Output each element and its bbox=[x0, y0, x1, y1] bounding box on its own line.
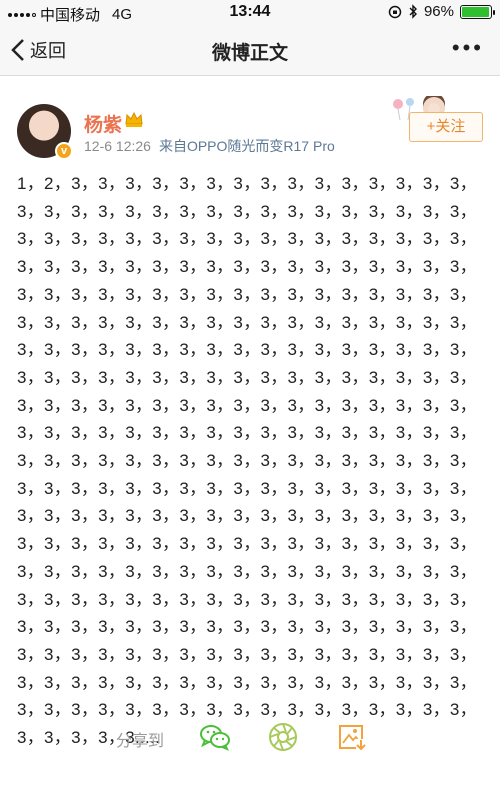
vip-crown-icon bbox=[125, 111, 143, 127]
nav-bar: 返回 微博正文 ••• bbox=[0, 26, 500, 76]
post-source[interactable]: 来自OPPO随光而变R17 Pro bbox=[159, 138, 335, 154]
bluetooth-icon bbox=[409, 4, 417, 19]
share-bar: 分享到 bbox=[0, 715, 500, 760]
battery-icon bbox=[460, 4, 495, 19]
more-options-button[interactable]: ••• bbox=[452, 37, 484, 59]
save-image-icon[interactable] bbox=[336, 721, 368, 753]
battery-percent: 96% bbox=[423, 3, 454, 20]
post-text: 1，2，3，3，3，3，3，3，3，3，3，3，3，3，3，3，3，3，3，3，… bbox=[17, 174, 477, 748]
status-right: 96% bbox=[388, 3, 495, 20]
battery-level bbox=[462, 6, 489, 17]
moments-icon[interactable] bbox=[267, 721, 299, 753]
post-date: 12-6 12:26 bbox=[84, 138, 151, 154]
verified-icon: v bbox=[55, 142, 73, 160]
author-name[interactable]: 杨紫 bbox=[84, 110, 122, 137]
follow-button[interactable]: +关注 bbox=[409, 112, 483, 142]
post-header: v 杨紫 12-6 12:26 来自OPPO随光而变R17 Pro +关注 bbox=[0, 96, 500, 166]
status-bar: 中国移动 4G 13:44 96% bbox=[0, 0, 500, 26]
page-title: 微博正文 bbox=[211, 43, 288, 64]
share-label: 分享到 bbox=[116, 733, 165, 750]
post-meta: 12-6 12:26 来自OPPO随光而变R17 Pro bbox=[84, 136, 335, 156]
orientation-lock-icon bbox=[388, 5, 402, 18]
wechat-icon[interactable] bbox=[199, 721, 231, 753]
